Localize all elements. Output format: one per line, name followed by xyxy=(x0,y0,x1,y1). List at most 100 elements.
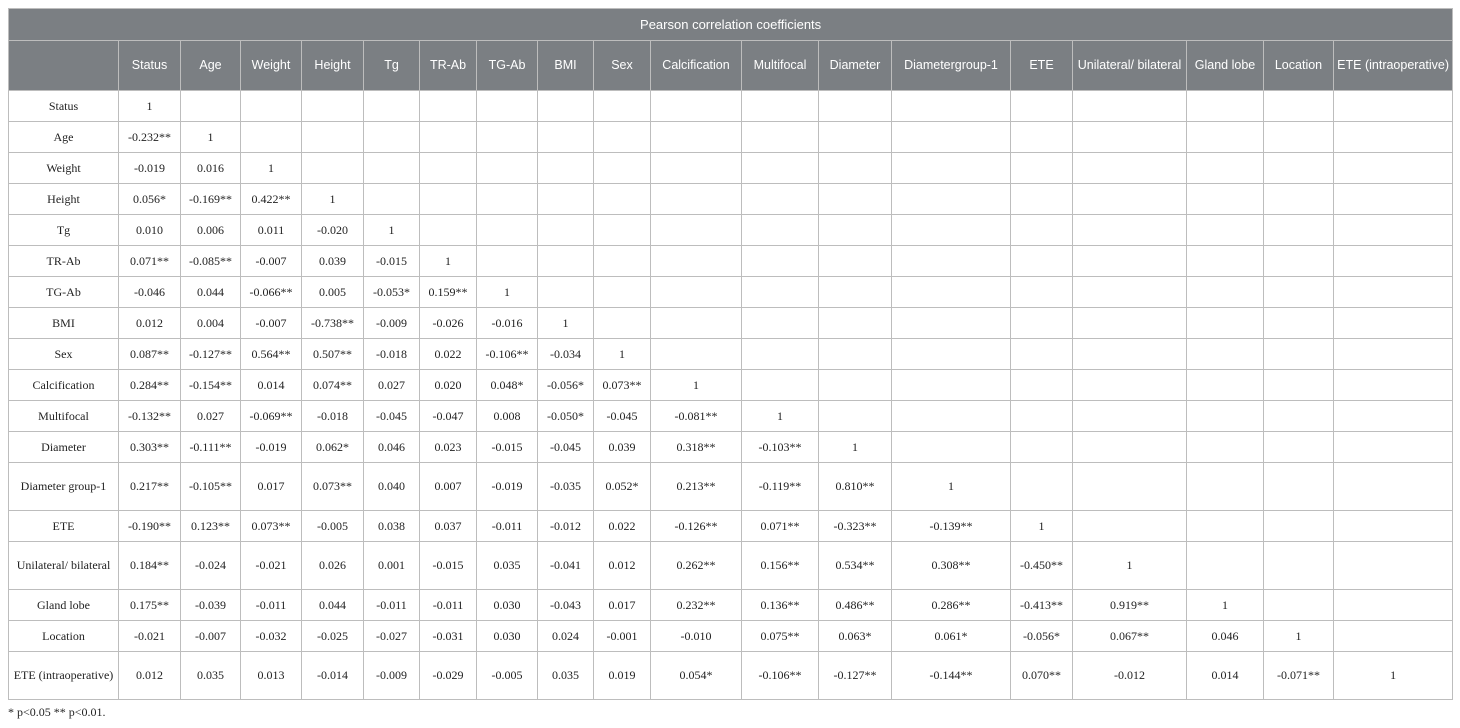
table-cell xyxy=(419,90,477,122)
table-cell xyxy=(650,121,742,153)
column-header: Tg xyxy=(363,40,420,91)
table-cell xyxy=(741,152,819,184)
table-cell xyxy=(363,121,420,153)
table-cell: -0.007 xyxy=(240,307,302,339)
row-label: Sex xyxy=(8,338,119,370)
table-cell xyxy=(1186,276,1264,308)
table-cell: 0.013 xyxy=(240,651,302,700)
table-cell xyxy=(818,369,892,401)
table-cell: -0.011 xyxy=(476,510,538,542)
table-cell: 1 xyxy=(240,152,302,184)
table-cell xyxy=(1332,276,1454,308)
table-row: Gland lobe 0.175** -0.039 -0.011 0.044 -0.011… xyxy=(8,589,1454,621)
table-cell: -0.026 xyxy=(419,307,477,339)
table-cell: 0.014 xyxy=(1186,651,1264,700)
table-cell xyxy=(891,338,1011,370)
table-cell xyxy=(1263,541,1334,590)
table-row: Diameter group-1 0.217** -0.105** 0.017 0.07… xyxy=(8,462,1454,511)
column-header: Calcification xyxy=(650,40,742,91)
table-cell: 0.048* xyxy=(476,369,538,401)
table-cell: 0.030 xyxy=(476,589,538,621)
table-cell xyxy=(818,276,892,308)
table-cell xyxy=(1263,276,1334,308)
table-cell: 0.017 xyxy=(593,589,651,621)
table-cell: -0.169** xyxy=(180,183,241,215)
table-cell: 1 xyxy=(1263,620,1334,652)
table-cell: 0.534** xyxy=(818,541,892,590)
column-header: Diameter xyxy=(818,40,892,91)
table-body: Status 1 Age -0.232** 1 Weight -0.019 0.016 1 Hei… xyxy=(8,90,1454,700)
table-cell xyxy=(891,307,1011,339)
table-cell: 0.071** xyxy=(118,245,181,277)
table-cell: 1 xyxy=(363,214,420,246)
table-cell xyxy=(1072,245,1187,277)
table-cell xyxy=(1186,214,1264,246)
table-cell: -0.024 xyxy=(180,541,241,590)
row-label: Location xyxy=(8,620,119,652)
table-cell: 1 xyxy=(741,400,819,432)
row-label: ETE (intraoperative) xyxy=(8,651,119,700)
table-cell xyxy=(1263,183,1334,215)
table-cell: -0.106** xyxy=(741,651,819,700)
row-label: Height xyxy=(8,183,119,215)
table-cell xyxy=(1010,462,1073,511)
table-cell: 0.073** xyxy=(240,510,302,542)
column-header: TG-Ab xyxy=(476,40,538,91)
table-cell xyxy=(1010,431,1073,463)
table-cell xyxy=(891,431,1011,463)
table-cell xyxy=(891,276,1011,308)
table-cell xyxy=(1332,369,1454,401)
table-cell xyxy=(537,214,594,246)
table-cell: 0.073** xyxy=(593,369,651,401)
table-cell: 0.123** xyxy=(180,510,241,542)
table-cell xyxy=(1072,307,1187,339)
table-cell xyxy=(1263,589,1334,621)
table-cell xyxy=(650,152,742,184)
column-header: TR-Ab xyxy=(419,40,477,91)
row-label: Calcification xyxy=(8,369,119,401)
table-cell: -0.034 xyxy=(537,338,594,370)
table-cell: 0.001 xyxy=(363,541,420,590)
table-row: TR-Ab 0.071** -0.085** -0.007 0.039 -0.015 1 xyxy=(8,245,1454,277)
table-cell: -0.738** xyxy=(301,307,364,339)
table-cell: 0.286** xyxy=(891,589,1011,621)
table-cell xyxy=(1332,431,1454,463)
table-cell: -0.015 xyxy=(476,431,538,463)
table-cell xyxy=(1072,338,1187,370)
table-cell xyxy=(593,121,651,153)
table-cell xyxy=(1010,307,1073,339)
table-cell: -0.019 xyxy=(240,431,302,463)
table-cell: 0.012 xyxy=(118,307,181,339)
table-cell: -0.011 xyxy=(363,589,420,621)
table-cell xyxy=(1332,510,1454,542)
table-cell xyxy=(891,400,1011,432)
table-cell: -0.232** xyxy=(118,121,181,153)
row-label: Tg xyxy=(8,214,119,246)
table-cell: -0.020 xyxy=(301,214,364,246)
table-cell xyxy=(1072,431,1187,463)
table-cell: 0.217** xyxy=(118,462,181,511)
row-label: Gland lobe xyxy=(8,589,119,621)
table-cell: -0.021 xyxy=(240,541,302,590)
table-cell: -0.025 xyxy=(301,620,364,652)
table-cell: -0.027 xyxy=(363,620,420,652)
table-cell: 0.810** xyxy=(818,462,892,511)
table-cell: -0.127** xyxy=(180,338,241,370)
table-row: Diameter 0.303** -0.111** -0.019 0.062* 0.046… xyxy=(8,431,1454,463)
table-cell: 0.075** xyxy=(741,620,819,652)
table-cell: 0.030 xyxy=(476,620,538,652)
table-cell: -0.031 xyxy=(419,620,477,652)
table-cell xyxy=(1010,183,1073,215)
table-cell xyxy=(891,369,1011,401)
row-label: Multifocal xyxy=(8,400,119,432)
table-cell: -0.119** xyxy=(741,462,819,511)
table-cell xyxy=(301,152,364,184)
table-cell xyxy=(1332,541,1454,590)
table-cell xyxy=(476,245,538,277)
table-cell: 0.159** xyxy=(419,276,477,308)
table-cell xyxy=(818,121,892,153)
table-cell: 0.012 xyxy=(118,651,181,700)
table-cell: -0.009 xyxy=(363,651,420,700)
table-cell: 1 xyxy=(419,245,477,277)
table-title: Pearson correlation coefficients xyxy=(7,8,1454,41)
